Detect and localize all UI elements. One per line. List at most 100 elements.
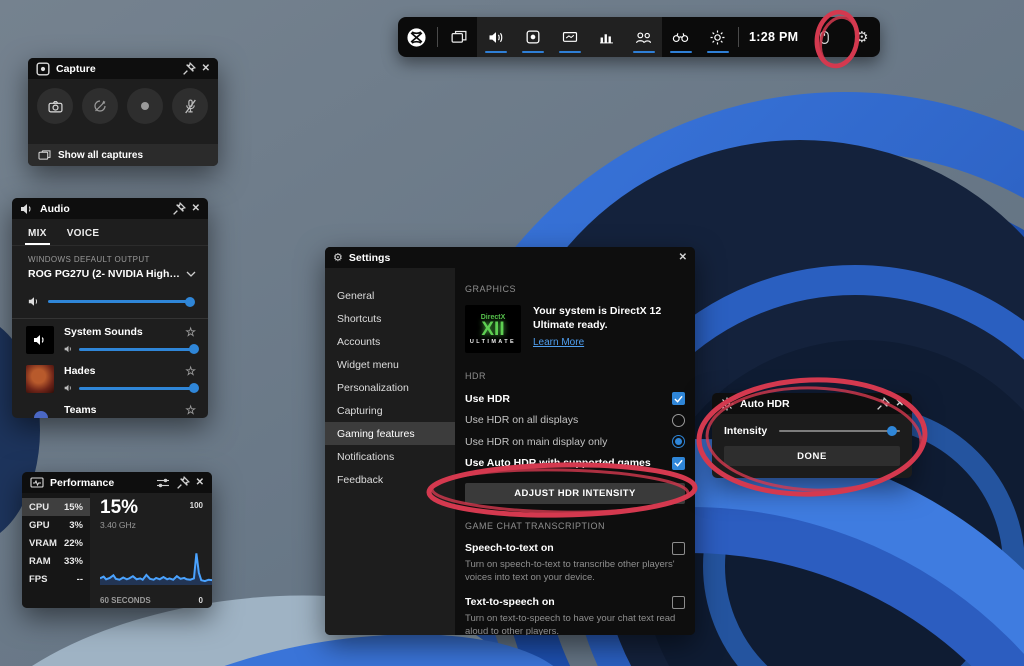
teams-app-icon — [34, 411, 48, 418]
performance-panel: Performance ✕ CPU 15% GPU 3% VRAM 22% RA… — [22, 472, 212, 608]
close-icon[interactable]: ✕ — [192, 203, 200, 214]
xbox-logo-icon — [407, 27, 426, 47]
capture-widget-button[interactable] — [514, 17, 551, 57]
graph-y-max: 100 — [189, 501, 203, 510]
sidebar-item-feedback[interactable]: Feedback — [325, 468, 455, 491]
text-to-speech-checkbox[interactable] — [672, 595, 685, 609]
monitor-icon — [562, 31, 577, 42]
sidebar-item-general[interactable]: General — [325, 284, 455, 307]
bar-chart-icon — [600, 33, 613, 43]
record-last-30s-button[interactable] — [82, 88, 118, 124]
mouse-passthrough-button[interactable] — [806, 17, 843, 57]
use-hdr-checkbox[interactable] — [672, 392, 685, 405]
capture-icon — [36, 61, 50, 76]
widget-menu-button[interactable] — [440, 17, 477, 57]
xbox-social-widget-button[interactable] — [625, 17, 662, 57]
close-icon[interactable]: ✕ — [196, 477, 204, 488]
speech-to-text-checkbox[interactable] — [672, 541, 685, 555]
speech-to-text-item: Speech-to-text on Turn on speech-to-text… — [465, 541, 685, 584]
sidebar-item-shortcuts[interactable]: Shortcuts — [325, 307, 455, 330]
mic-toggle-button[interactable] — [172, 88, 208, 124]
capture-buttons — [28, 79, 218, 133]
performance-panel-titlebar: Performance ✕ — [22, 472, 212, 493]
xbox-home-button[interactable] — [398, 17, 435, 57]
metric-gpu[interactable]: GPU 3% — [22, 516, 90, 534]
use-hdr-row: Use HDR — [465, 392, 685, 405]
settings-sidebar: General Shortcuts Accounts Widget menu P… — [325, 268, 455, 635]
auto-hdr-checkbox[interactable] — [672, 456, 685, 470]
pin-icon[interactable] — [172, 201, 186, 216]
toolbar-divider — [437, 27, 438, 47]
sidebar-item-personalization[interactable]: Personalization — [325, 376, 455, 399]
output-device-dropdown[interactable]: ROG PG27U (2- NVIDIA High Definition A..… — [12, 267, 208, 287]
mic-off-icon — [184, 98, 196, 113]
done-button[interactable]: DONE — [724, 446, 900, 466]
widget-menu-icon — [451, 30, 466, 43]
sidebar-item-accounts[interactable]: Accounts — [325, 330, 455, 353]
auto-hdr-titlebar: Auto HDR ✕ — [712, 393, 912, 414]
settings-button[interactable]: ⚙ — [843, 17, 880, 57]
intensity-slider-knob[interactable] — [886, 426, 897, 436]
pin-icon[interactable] — [876, 396, 890, 411]
adjust-hdr-intensity-button[interactable]: ADJUST HDR INTENSITY — [465, 482, 685, 504]
game-chat-section-label: GAME CHAT TRANSCRIPTION — [465, 520, 606, 531]
camera-icon — [47, 100, 63, 112]
speaker-icon — [64, 345, 71, 353]
favorite-star-icon[interactable]: ☆ — [185, 365, 196, 377]
master-volume-slider[interactable] — [48, 296, 195, 307]
sidebar-item-gaming-features[interactable]: Gaming features — [325, 422, 455, 445]
metric-list: CPU 15% GPU 3% VRAM 22% RAM 33% FPS -- — [22, 493, 90, 608]
learn-more-link[interactable]: Learn More — [533, 337, 584, 348]
speaker-icon — [21, 203, 31, 214]
pin-icon[interactable] — [182, 61, 196, 76]
favorite-star-icon[interactable]: ☆ — [185, 404, 196, 416]
hdr-main-display-row: Use HDR on main display only — [465, 435, 685, 448]
close-icon[interactable]: ✕ — [896, 398, 904, 409]
audio-widget-button[interactable] — [477, 17, 514, 57]
sidebar-item-notifications[interactable]: Notifications — [325, 445, 455, 468]
chevron-down-icon — [186, 271, 196, 277]
performance-icon — [30, 476, 44, 488]
sidebar-item-widget-menu[interactable]: Widget menu — [325, 353, 455, 376]
metric-cpu[interactable]: CPU 15% — [22, 498, 90, 516]
tab-voice[interactable]: VOICE — [67, 228, 100, 245]
app-volume-row-teams: Teams ☆ — [12, 397, 208, 418]
desktop: 1:28 PM ⚙ Capture ✕ Show all captures Au… — [0, 0, 1024, 666]
sidebar-item-capturing[interactable]: Capturing — [325, 399, 455, 422]
check-icon — [674, 395, 683, 403]
speaker-icon — [489, 31, 502, 43]
spotify-widget-button[interactable] — [662, 17, 699, 57]
app-volume-slider[interactable] — [79, 383, 199, 393]
tab-mix[interactable]: MIX — [25, 228, 50, 245]
favorite-star-icon[interactable]: ☆ — [185, 326, 196, 338]
pin-icon[interactable] — [176, 475, 190, 490]
hdr-main-display-radio[interactable] — [672, 435, 685, 448]
app-volume-slider[interactable] — [79, 344, 199, 354]
brightness-widget-button[interactable] — [699, 17, 736, 57]
screenshot-button[interactable] — [37, 88, 73, 124]
options-sliders-icon[interactable] — [156, 476, 170, 490]
close-icon[interactable]: ✕ — [679, 252, 687, 263]
performance-widget-button[interactable] — [588, 17, 625, 57]
settings-content: GRAPHICS DirectX XII ULTIMATE Your syste… — [455, 268, 695, 635]
audio-panel-titlebar: Audio ✕ — [12, 198, 208, 219]
metric-fps[interactable]: FPS -- — [22, 570, 90, 588]
start-recording-button[interactable] — [127, 88, 163, 124]
hdr-section-label: HDR — [465, 371, 486, 381]
hdr-all-displays-radio[interactable] — [672, 413, 685, 427]
show-all-captures-button[interactable]: Show all captures — [28, 144, 218, 166]
text-to-speech-item: Text-to-speech on Turn on text-to-speech… — [465, 595, 685, 635]
app-name: System Sounds — [64, 326, 143, 338]
speaker-icon — [28, 297, 37, 306]
intensity-slider[interactable] — [779, 426, 900, 436]
metric-vram[interactable]: VRAM 22% — [22, 534, 90, 552]
cpu-detail: 15% 3.40 GHz 100 60 SECONDS 0 — [90, 493, 212, 608]
people-icon — [636, 31, 651, 43]
text-to-speech-description: Turn on text-to-speech to have your chat… — [465, 612, 676, 636]
metric-ram[interactable]: RAM 33% — [22, 552, 90, 570]
speech-to-text-description: Turn on speech-to-text to transcribe oth… — [465, 558, 675, 583]
resources-widget-button[interactable] — [551, 17, 588, 57]
close-icon[interactable]: ✕ — [202, 63, 210, 74]
app-name: Teams — [64, 404, 97, 416]
master-volume-row — [12, 287, 208, 319]
